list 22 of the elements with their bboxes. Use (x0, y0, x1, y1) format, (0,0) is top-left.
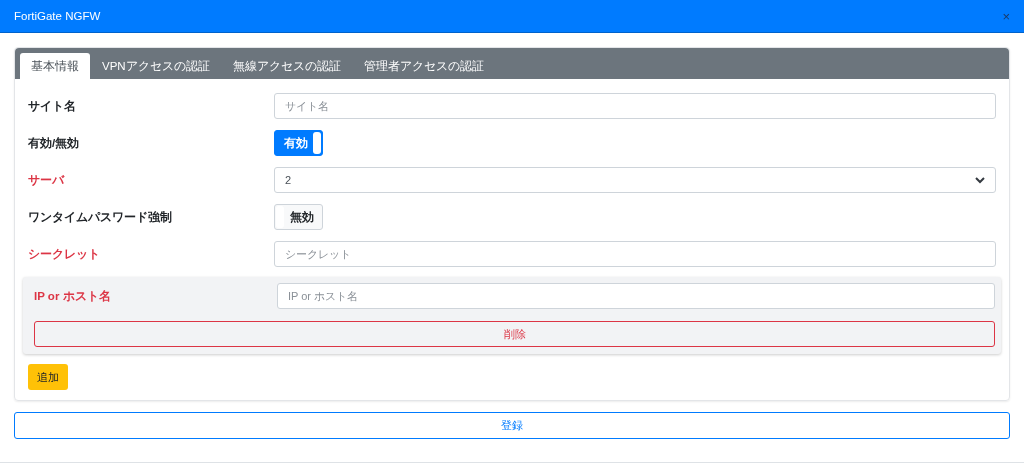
field-label: ワンタイムパスワード強制 (28, 209, 173, 225)
toggle-switch[interactable]: 有効 (274, 130, 323, 156)
select-field[interactable]: 2 (274, 167, 996, 193)
chevron-down-icon (975, 176, 985, 184)
toggle-switch[interactable]: 無効 (274, 204, 323, 230)
tab[interactable]: 無線アクセスの認証 (221, 53, 352, 79)
register-button[interactable]: 登録 (14, 412, 1010, 439)
delete-button[interactable]: 削除 (34, 321, 995, 347)
field-label: サーバ (28, 172, 66, 188)
text-field[interactable]: IP or ホスト名 (277, 283, 995, 309)
field-label: サイト名 (28, 98, 77, 114)
window-title: FortiGate NGFW (14, 10, 101, 22)
text-field[interactable]: サイト名 (274, 93, 996, 119)
close-button[interactable]: × (1002, 9, 1010, 23)
tab[interactable]: 基本情報 (20, 53, 90, 79)
field-label: シークレット (28, 246, 101, 262)
text-field[interactable]: シークレット (274, 241, 996, 267)
tab[interactable]: VPNアクセスの認証 (91, 53, 221, 79)
field-label: 有効/無効 (28, 135, 81, 151)
add-button[interactable]: 追加 (28, 364, 68, 390)
tab[interactable]: 管理者アクセスの認証 (352, 53, 495, 79)
field-label: IP or ホスト名 (34, 288, 112, 304)
